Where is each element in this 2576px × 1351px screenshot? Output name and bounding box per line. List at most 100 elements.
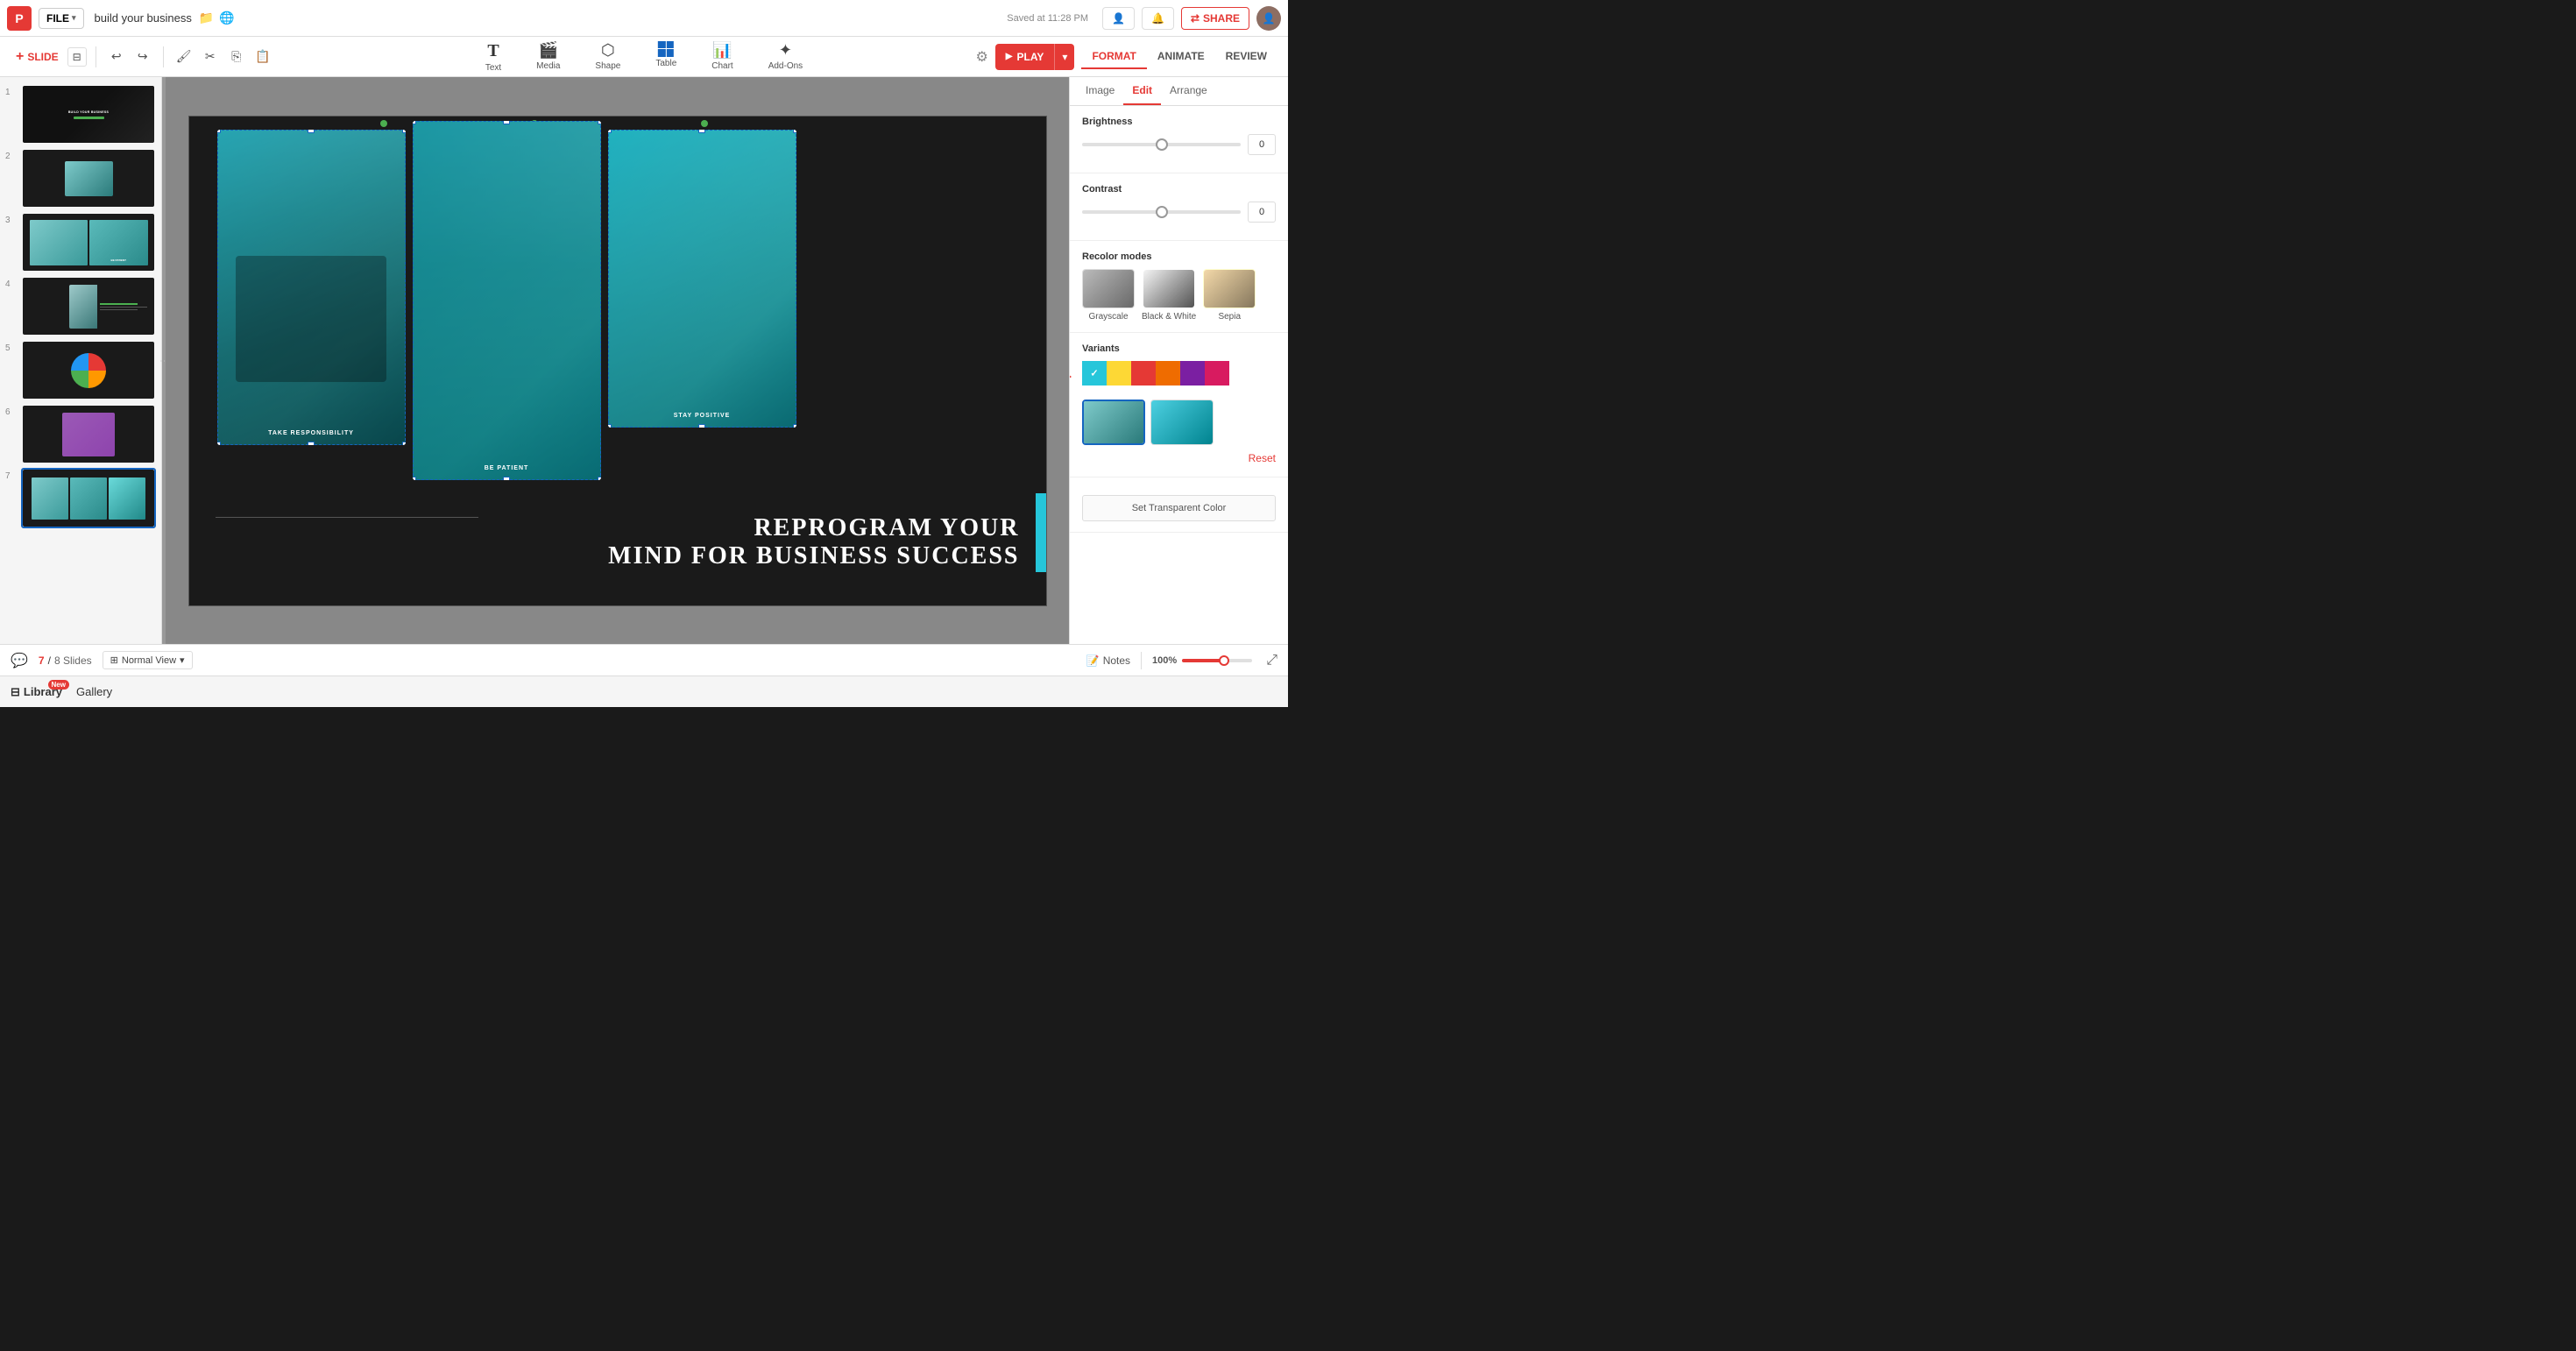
- divider-line: [216, 517, 478, 518]
- variant-orange[interactable]: [1156, 361, 1180, 385]
- slide-thumbnail-6[interactable]: 6: [5, 404, 156, 464]
- zoom-slider[interactable]: [1182, 659, 1252, 662]
- variant-thumb-2[interactable]: [1150, 400, 1214, 445]
- fullscreen-icon[interactable]: ⤢: [1266, 653, 1277, 668]
- handle-2-bc[interactable]: [503, 477, 510, 480]
- addons-tool[interactable]: ✦ Add-Ons: [761, 38, 810, 76]
- handle-3-tr[interactable]: [793, 130, 796, 133]
- variant-thumb-1[interactable]: [1082, 400, 1145, 445]
- shape-tool[interactable]: ⬡ Shape: [588, 38, 627, 76]
- slide-thumbnail-5[interactable]: 5: [5, 340, 156, 400]
- share-button[interactable]: ⇄ SHARE: [1181, 7, 1249, 30]
- brightness-slider[interactable]: [1082, 143, 1241, 146]
- handle-br[interactable]: [402, 442, 406, 445]
- variant-red[interactable]: [1131, 361, 1156, 385]
- recolor-sepia[interactable]: Sepia: [1203, 269, 1256, 322]
- handle-tr[interactable]: [402, 130, 406, 133]
- handle-2-tr[interactable]: [598, 121, 601, 124]
- format-tab[interactable]: FORMAT: [1081, 45, 1146, 69]
- slide-img-5[interactable]: [21, 340, 156, 400]
- handle-tc[interactable]: [308, 130, 315, 133]
- slide-img-4[interactable]: [21, 276, 156, 336]
- scissors-button[interactable]: ✂: [199, 46, 222, 68]
- folder-icon[interactable]: 📁: [199, 11, 214, 25]
- slide-thumbnail-2[interactable]: 2: [5, 148, 156, 209]
- edit-tab[interactable]: Edit: [1123, 77, 1161, 105]
- contrast-value[interactable]: 0: [1248, 202, 1276, 223]
- animate-tab[interactable]: ANIMATE: [1147, 45, 1215, 69]
- slide-img-1[interactable]: BUILD YOUR BUSINESS: [21, 84, 156, 145]
- handle-2-bl[interactable]: [413, 477, 416, 480]
- canvas-area[interactable]: TAKE RESPONSIBILITY BE PATIENT: [166, 77, 1069, 644]
- chat-icon[interactable]: 💬: [11, 652, 28, 669]
- text-tool[interactable]: T Text: [478, 38, 508, 76]
- handle-3-tl[interactable]: [608, 130, 612, 133]
- image-2[interactable]: BE PATIENT: [413, 121, 601, 480]
- handle-bc[interactable]: [308, 442, 315, 445]
- handle-3-bc[interactable]: [698, 424, 705, 428]
- undo-button[interactable]: ↩: [105, 46, 128, 68]
- variant-purple[interactable]: [1180, 361, 1205, 385]
- media-tool[interactable]: 🎬 Media: [529, 38, 567, 76]
- brightness-value[interactable]: 0: [1248, 134, 1276, 155]
- slide-img-6[interactable]: [21, 404, 156, 464]
- globe-icon[interactable]: 🌐: [219, 11, 234, 25]
- brightness-thumb[interactable]: [1156, 138, 1168, 151]
- view-button[interactable]: ⊞ Normal View ▾: [103, 651, 193, 669]
- contrast-thumb[interactable]: [1156, 206, 1168, 218]
- handle-2-br[interactable]: [598, 477, 601, 480]
- add-slide-button[interactable]: + SLIDE: [11, 46, 64, 68]
- slide-thumbnail-4[interactable]: 4: [5, 276, 156, 336]
- handle-2-tl[interactable]: [413, 121, 416, 124]
- slide-img-2[interactable]: [21, 148, 156, 209]
- table-tool[interactable]: Table: [648, 38, 683, 76]
- handle-3-tc[interactable]: [698, 130, 705, 133]
- slide-thumbnail-7[interactable]: 7: [5, 468, 156, 528]
- copy-button[interactable]: ⎘: [225, 46, 248, 68]
- zoom-section: 100%: [1152, 655, 1252, 666]
- zoom-handle[interactable]: [1219, 655, 1229, 666]
- paste-button[interactable]: 📋: [251, 46, 274, 68]
- handle-3-bl[interactable]: [608, 424, 612, 428]
- recolor-section: Recolor modes Grayscale Black & White: [1070, 241, 1288, 333]
- slide-thumbnail-1[interactable]: 1 BUILD YOUR BUSINESS: [5, 84, 156, 145]
- chart-tool[interactable]: 📊 Chart: [704, 38, 740, 76]
- variant-pink[interactable]: [1205, 361, 1229, 385]
- layout-icon[interactable]: ⊟: [67, 47, 87, 67]
- notes-button[interactable]: 📝 Notes: [1086, 654, 1130, 667]
- handle-tl[interactable]: [217, 130, 221, 133]
- arrange-tab[interactable]: Arrange: [1161, 77, 1216, 105]
- paint-button[interactable]: 🖌: [173, 46, 195, 68]
- gallery-button[interactable]: Gallery: [76, 685, 112, 698]
- handle-bl[interactable]: [217, 442, 221, 445]
- play-button[interactable]: ▶ PLAY ▾: [995, 44, 1075, 70]
- recolor-grayscale[interactable]: Grayscale: [1082, 269, 1135, 322]
- slide-img-7[interactable]: [21, 468, 156, 528]
- slide-img-3[interactable]: BE PATIENT: [21, 212, 156, 272]
- slide-thumbnail-3[interactable]: 3 BE PATIENT: [5, 212, 156, 272]
- notifications-button[interactable]: 🔔: [1142, 7, 1174, 30]
- redo-button[interactable]: ↪: [131, 46, 154, 68]
- selection-handle-top-right[interactable]: [701, 120, 708, 127]
- transparent-color-button[interactable]: Set Transparent Color: [1082, 495, 1276, 521]
- reset-button[interactable]: Reset: [1082, 450, 1276, 466]
- play-label[interactable]: ▶ PLAY: [995, 51, 1055, 63]
- variant-teal[interactable]: ✓: [1082, 361, 1107, 385]
- settings-icon[interactable]: ⚙: [975, 48, 987, 66]
- profile-button[interactable]: 👤: [1102, 7, 1135, 30]
- media-label: Media: [536, 61, 560, 71]
- handle-2-tc[interactable]: [503, 121, 510, 124]
- review-tab[interactable]: REVIEW: [1215, 45, 1277, 69]
- library-button[interactable]: ⊟ Library New: [11, 685, 62, 699]
- image-3[interactable]: STAY POSITIVE: [608, 130, 796, 428]
- contrast-slider[interactable]: [1082, 210, 1241, 214]
- variant-yellow[interactable]: [1107, 361, 1131, 385]
- avatar[interactable]: 👤: [1256, 6, 1281, 31]
- handle-3-br[interactable]: [793, 424, 796, 428]
- file-button[interactable]: FILE ▾: [39, 8, 84, 29]
- recolor-bw[interactable]: Black & White: [1142, 269, 1196, 322]
- image-tab[interactable]: Image: [1077, 77, 1123, 105]
- image-1[interactable]: TAKE RESPONSIBILITY: [217, 130, 406, 445]
- selection-handle-top-left[interactable]: [380, 120, 387, 127]
- play-dropdown[interactable]: ▾: [1055, 51, 1074, 63]
